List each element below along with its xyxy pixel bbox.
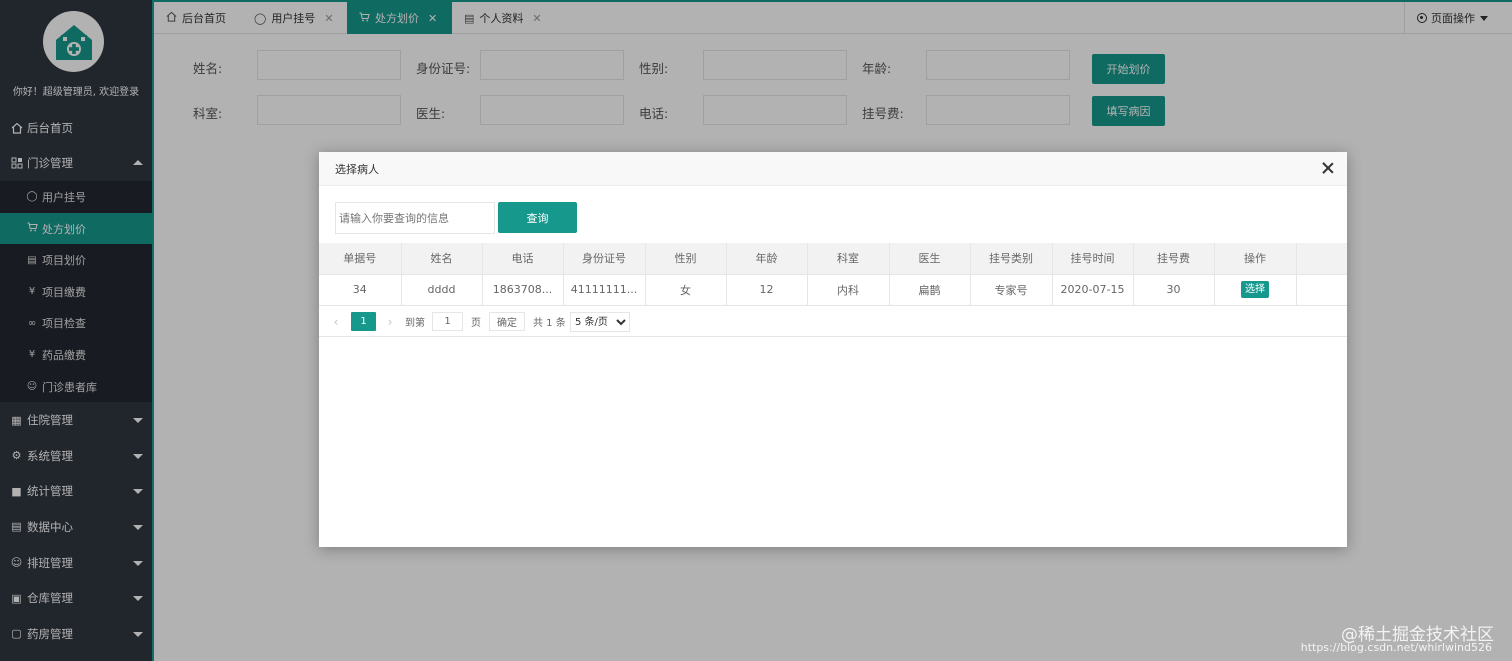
patient-table: 单据号 姓名 电话 身份证号 性别 年龄 科室 医生 挂号类别 挂号时间 挂号费… xyxy=(319,243,1347,306)
column-header[interactable]: 挂号费 xyxy=(1133,243,1215,275)
cell-registration-time: 2020-07-15 xyxy=(1052,274,1134,306)
dialog-title: 选择病人 xyxy=(335,162,379,176)
total-count: 共 1 条 xyxy=(533,318,566,329)
column-header[interactable]: 操作 xyxy=(1214,243,1297,275)
column-header[interactable]: 电话 xyxy=(482,243,564,275)
cell-id: 34 xyxy=(319,274,402,306)
table-header-row: 单据号 姓名 电话 身份证号 性别 年龄 科室 医生 挂号类别 挂号时间 挂号费… xyxy=(319,243,1347,275)
search-button[interactable]: 查询 xyxy=(498,202,577,233)
select-patient-dialog: 选择病人 查询 单据号 姓名 电话 身份证号 性别 年龄 科室 医生 挂号类别 … xyxy=(319,152,1347,547)
cell-action: 选择 xyxy=(1214,274,1297,306)
cell-department: 内科 xyxy=(807,274,890,306)
column-header[interactable]: 身份证号 xyxy=(563,243,646,275)
table-row[interactable]: 34 dddd 1863708... 41111111... 女 12 内科 扁… xyxy=(319,274,1347,306)
search-input[interactable] xyxy=(335,202,495,234)
next-page-icon[interactable]: › xyxy=(383,312,397,331)
cell-registration-fee: 30 xyxy=(1133,274,1215,306)
watermark-url: https://blog.csdn.net/whirlwind526 xyxy=(1300,641,1492,654)
dialog-header: 选择病人 xyxy=(319,152,1347,186)
page-unit-label: 页 xyxy=(471,318,481,329)
cell-registration-type: 专家号 xyxy=(970,274,1053,306)
goto-label: 到第 xyxy=(405,318,425,329)
column-header[interactable]: 姓名 xyxy=(401,243,483,275)
column-header[interactable]: 医生 xyxy=(889,243,971,275)
cell-age: 12 xyxy=(726,274,808,306)
page-size-select[interactable]: 5 条/页 xyxy=(570,312,630,332)
cell-phone: 1863708... xyxy=(482,274,564,306)
goto-confirm-button[interactable]: 确定 xyxy=(489,312,525,331)
column-header[interactable]: 挂号类别 xyxy=(970,243,1053,275)
pagination: ‹ 1 › 到第 1 页 确定 共 1 条 5 条/页 xyxy=(319,305,1347,337)
select-button[interactable]: 选择 xyxy=(1241,281,1269,298)
cell-doctor: 扁鹊 xyxy=(889,274,971,306)
close-icon[interactable] xyxy=(1321,161,1335,175)
column-header[interactable]: 年龄 xyxy=(726,243,808,275)
cell-id-card: 41111111... xyxy=(563,274,646,306)
cell-spacer xyxy=(1296,274,1347,306)
prev-page-icon[interactable]: ‹ xyxy=(329,312,343,331)
cell-gender: 女 xyxy=(645,274,727,306)
goto-page-input[interactable]: 1 xyxy=(432,312,463,331)
column-header[interactable]: 性别 xyxy=(645,243,727,275)
page-number-current[interactable]: 1 xyxy=(351,312,376,331)
cell-name: dddd xyxy=(401,274,483,306)
column-header[interactable]: 挂号时间 xyxy=(1052,243,1134,275)
column-header-spacer xyxy=(1296,243,1347,275)
column-header[interactable]: 单据号 xyxy=(319,243,402,275)
column-header[interactable]: 科室 xyxy=(807,243,890,275)
